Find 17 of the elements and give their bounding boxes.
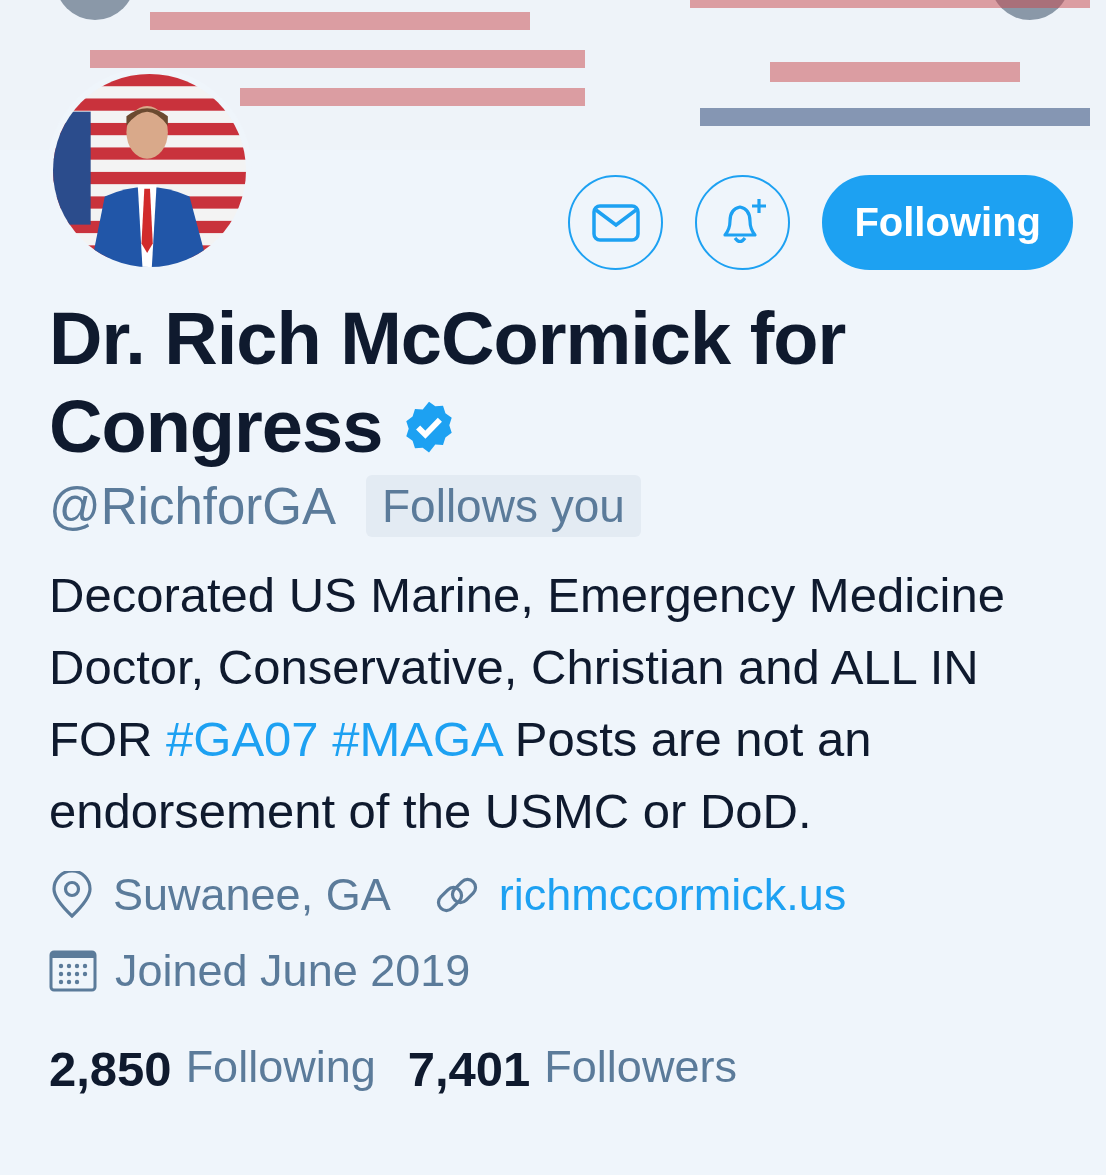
profile-handle: @RichforGA [49,476,336,536]
message-button[interactable] [568,175,664,270]
following-button[interactable]: Following [822,175,1073,270]
hashtag-link[interactable]: #GA07 [166,712,319,766]
stat-link[interactable]: 2,850 Following [49,1041,376,1097]
profile-name: Dr. Rich McCormick for [49,296,846,382]
location-pin-icon [49,871,95,919]
location-text: Suwanee, GA [113,869,391,921]
follows-you-badge: Follows you [366,475,641,537]
hashtag-link[interactable]: #MAGA [332,712,502,766]
profile-name: Congress [49,384,383,470]
notifications-button[interactable] [695,175,791,270]
website-link[interactable]: richmccormick.us [498,869,847,921]
joined-date: Joined June 2019 [115,945,471,997]
profile-bio: Decorated US Marine, Emergency Medicine Doctor, Conservative, Christian and ALL IN FOR #GA07 #MAGA Posts are not an endorsement of the USMC or DoD. [49,567,1006,840]
stat-link[interactable]: 7,401 Followers [407,1041,737,1097]
mail-icon [591,203,640,242]
